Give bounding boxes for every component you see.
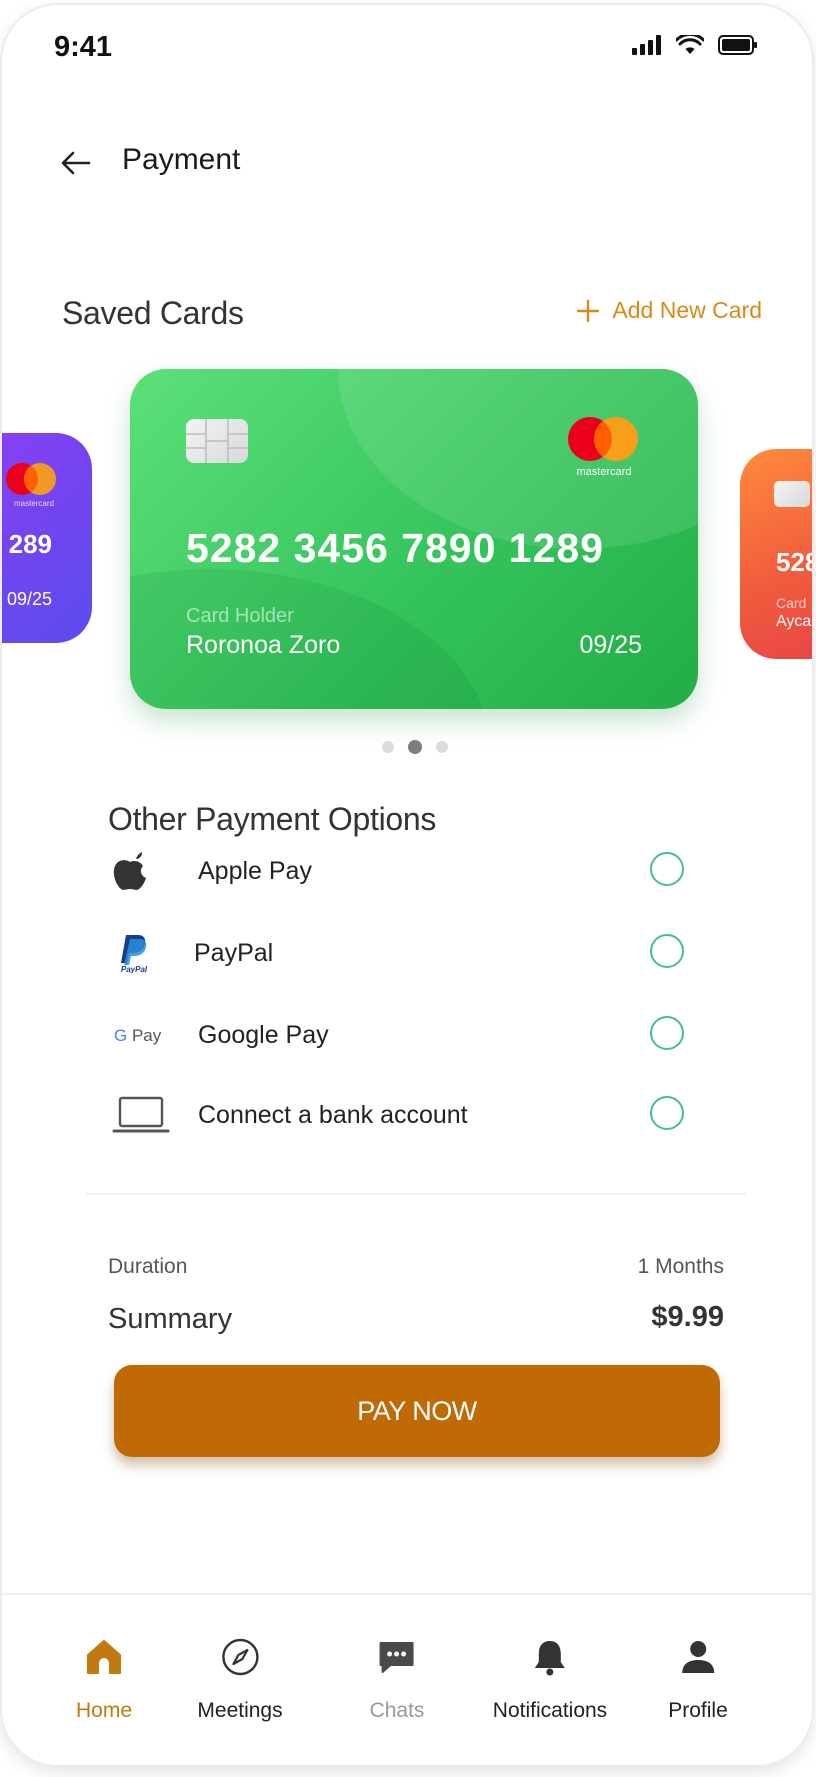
bottom-navigation: Home Meetings Chats Notifications Profil… bbox=[2, 1593, 812, 1765]
card-expiry: 09/25 bbox=[579, 631, 642, 659]
other-payment-title: Other Payment Options bbox=[108, 801, 437, 837]
card-number: 528 bbox=[776, 547, 812, 577]
card-number: 289 bbox=[8, 529, 52, 559]
payment-option-label: PayPal bbox=[194, 938, 274, 967]
nav-item-notifications[interactable]: Notifications bbox=[493, 1635, 607, 1723]
card-holder-name: Roronoa Zoro bbox=[186, 631, 341, 659]
mastercard-icon: mastercard bbox=[568, 417, 638, 478]
payment-option-radio[interactable] bbox=[650, 1016, 684, 1050]
card-number: 5282 3456 7890 1289 bbox=[186, 525, 605, 571]
card-holder-name: Ayca bbox=[776, 613, 812, 630]
phone-screen: 9:41 Payment Saved Cards Add New Card ma… bbox=[2, 5, 812, 1765]
payment-option-google-pay[interactable]: G Pay Google Pay bbox=[112, 1005, 692, 1065]
paypal-icon: PayPal bbox=[112, 933, 176, 973]
payment-option-label: Google Pay bbox=[198, 1020, 329, 1049]
carousel-dot-active[interactable] bbox=[408, 740, 422, 754]
card-holder-label: Card bbox=[776, 595, 807, 611]
compass-icon bbox=[218, 1635, 262, 1679]
person-icon bbox=[676, 1635, 720, 1679]
saved-cards-title: Saved Cards bbox=[62, 295, 244, 331]
card-chip-icon bbox=[186, 419, 248, 463]
signal-icon bbox=[632, 35, 661, 55]
card-expiry: 09/25 bbox=[6, 589, 52, 609]
google-pay-icon: G Pay bbox=[112, 1023, 176, 1047]
mastercard-wordmark-icon: mastercard bbox=[13, 499, 54, 508]
nav-item-meetings[interactable]: Meetings bbox=[197, 1635, 283, 1723]
svg-text:PayPal: PayPal bbox=[121, 965, 148, 973]
payment-option-radio[interactable] bbox=[650, 852, 684, 886]
summary-value: $9.99 bbox=[651, 1301, 724, 1333]
carousel-dot[interactable] bbox=[436, 741, 448, 753]
svg-text:G Pay: G Pay bbox=[114, 1026, 162, 1045]
status-time: 9:41 bbox=[54, 31, 113, 63]
apple-icon bbox=[112, 851, 176, 891]
payment-option-radio[interactable] bbox=[650, 1096, 684, 1130]
duration-value: 1 Months bbox=[637, 1255, 724, 1278]
status-icons bbox=[632, 35, 758, 55]
nav-label: Notifications bbox=[492, 1699, 608, 1722]
duration-label: Duration bbox=[108, 1255, 188, 1278]
nav-item-profile[interactable]: Profile bbox=[668, 1635, 728, 1723]
nav-label: Chats bbox=[369, 1699, 425, 1722]
nav-label: Home bbox=[75, 1699, 133, 1722]
nav-item-home[interactable]: Home bbox=[76, 1635, 132, 1723]
add-new-card-label: Add New Card bbox=[612, 297, 762, 323]
nav-item-chats[interactable]: Chats bbox=[369, 1635, 425, 1723]
wifi-icon bbox=[676, 35, 704, 54]
laptop-icon bbox=[112, 1095, 176, 1135]
pay-now-button[interactable]: PAY NOW bbox=[114, 1365, 720, 1457]
carousel-indicator bbox=[382, 740, 448, 754]
arrow-left-icon bbox=[61, 151, 91, 175]
card-holder-label: Card Holder bbox=[186, 605, 294, 627]
svg-text:mastercard: mastercard bbox=[576, 466, 631, 478]
bell-icon bbox=[528, 1635, 572, 1679]
payment-option-label: Apple Pay bbox=[198, 856, 312, 885]
back-button[interactable] bbox=[58, 145, 94, 181]
payment-option-apple-pay[interactable]: Apple Pay bbox=[112, 841, 692, 901]
payment-option-bank-account[interactable]: Connect a bank account bbox=[112, 1085, 692, 1145]
saved-card-previous[interactable]: mastercard 289 09/25 bbox=[2, 433, 92, 643]
summary-label: Summary bbox=[108, 1303, 233, 1335]
card-chip-icon bbox=[774, 481, 810, 507]
carousel-dot[interactable] bbox=[382, 741, 394, 753]
nav-label: Meetings bbox=[197, 1699, 283, 1722]
add-new-card-button[interactable]: Add New Card bbox=[576, 297, 762, 324]
payment-option-radio[interactable] bbox=[650, 934, 684, 968]
saved-card-next[interactable]: 528 Card Ayca bbox=[740, 449, 812, 659]
mastercard-icon bbox=[6, 463, 56, 495]
saved-card-selected[interactable]: mastercard 5282 3456 7890 1289 Card Hold… bbox=[130, 369, 698, 709]
payment-option-label: Connect a bank account bbox=[198, 1100, 468, 1129]
payment-option-paypal[interactable]: PayPal PayPal bbox=[112, 923, 692, 983]
battery-icon bbox=[718, 35, 757, 55]
page-title: Payment bbox=[122, 143, 241, 176]
nav-label: Profile bbox=[668, 1699, 728, 1722]
home-icon bbox=[82, 1635, 126, 1679]
chat-icon bbox=[375, 1635, 419, 1679]
divider bbox=[86, 1193, 746, 1195]
plus-icon bbox=[577, 299, 600, 322]
